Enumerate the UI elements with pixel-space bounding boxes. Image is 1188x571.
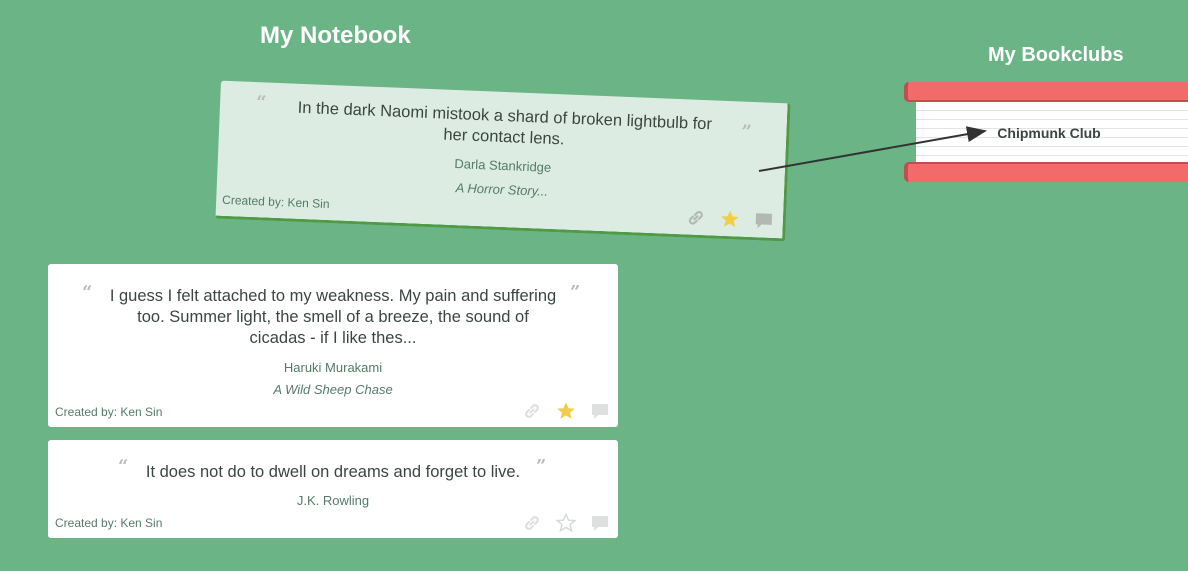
open-quote-icon: “ (255, 92, 267, 114)
quote-text: In the dark Naomi mistook a shard of bro… (297, 98, 713, 149)
close-quote-icon: ” (536, 456, 547, 477)
quote-card[interactable]: “ ” It does not do to dwell on dreams an… (48, 440, 618, 538)
created-by: Created by: Ken Sin (55, 405, 163, 419)
notebook-title: My Notebook (260, 22, 411, 49)
star-icon[interactable] (719, 209, 740, 230)
comment-icon[interactable] (590, 513, 610, 533)
created-by: Created by: Ken Sin (221, 192, 330, 212)
quote-card[interactable]: “ ” I guess I felt attached to my weakne… (48, 264, 618, 427)
quote-author: J.K. Rowling (296, 493, 370, 508)
star-icon[interactable] (556, 401, 576, 421)
close-quote-icon: ” (740, 121, 753, 143)
link-icon[interactable] (685, 207, 706, 228)
bookclubs-title: My Bookclubs (988, 44, 1124, 66)
created-by: Created by: Ken Sin (55, 516, 163, 530)
comment-icon[interactable] (590, 401, 610, 421)
quote-text: I guess I felt attached to my weakness. … (109, 287, 557, 347)
open-quote-icon: “ (118, 456, 129, 477)
quote-author: Haruki Murakami (283, 360, 383, 375)
quote-text: It does not do to dwell on dreams and fo… (145, 463, 521, 481)
quote-card-dragging[interactable]: “ ” In the dark Naomi mistook a shard of… (215, 80, 791, 242)
comment-icon[interactable] (753, 210, 774, 231)
bookclub-book-chipmunk[interactable]: Chipmunk Club (904, 82, 1188, 182)
book-cover-top (904, 82, 1188, 102)
link-icon[interactable] (522, 401, 542, 421)
link-icon[interactable] (522, 513, 542, 533)
bookclub-name: Chipmunk Club (997, 125, 1101, 141)
book-cover-bottom (904, 162, 1188, 182)
star-icon[interactable] (556, 513, 576, 533)
close-quote-icon: ” (570, 282, 581, 303)
quote-book: A Wild Sheep Chase (273, 382, 393, 397)
open-quote-icon: “ (82, 282, 93, 303)
